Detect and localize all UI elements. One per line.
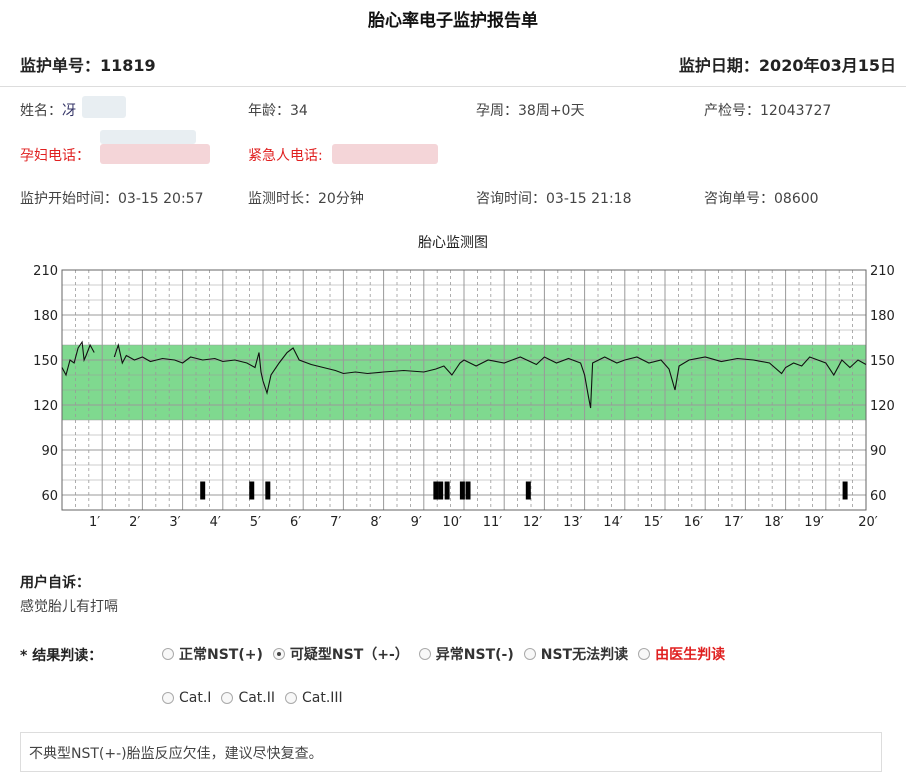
y-tick-label-right: 210 xyxy=(870,264,895,279)
redaction-mask xyxy=(100,144,210,164)
redaction-mask xyxy=(100,130,196,144)
fetal-heart-rate-chart: 60 60 90 90 120 120 150 150 180 180 210 210 1′ 2′ 3′ 4′… xyxy=(33,264,895,530)
x-tick-label: 15′ xyxy=(644,515,664,530)
option-nst-undeterminable[interactable]: NST无法判读 xyxy=(523,644,628,664)
y-tick-label-left: 210 xyxy=(33,264,58,279)
monitor-duration: 监测时长：20分钟 xyxy=(248,191,364,207)
option-abnormal-nst[interactable]: 异常NST(-) xyxy=(418,644,514,664)
y-tick-label-right: 90 xyxy=(870,444,887,459)
radio-icon[interactable] xyxy=(221,692,234,704)
movement-mark xyxy=(249,481,255,500)
radio-icon[interactable] xyxy=(638,648,651,660)
x-tick-label: 17′ xyxy=(724,515,744,530)
y-tick-label-left: 180 xyxy=(33,309,58,324)
y-tick-label-right: 150 xyxy=(870,354,895,369)
movement-mark xyxy=(438,481,444,500)
movement-mark xyxy=(842,481,848,500)
y-tick-label-left: 120 xyxy=(33,399,58,414)
movement-mark xyxy=(200,481,206,500)
header-divider xyxy=(0,86,906,87)
x-tick-label: 7′ xyxy=(330,515,341,530)
result-note[interactable]: 不典型NST(+-)胎监反应欠佳，建议尽快复查。 xyxy=(20,732,882,772)
redaction-mask xyxy=(82,96,126,118)
patient-age: 年龄：34 xyxy=(248,103,308,119)
order-number: 监护单号：11819 xyxy=(20,56,156,75)
x-tick-label: 9′ xyxy=(411,515,422,530)
radio-icon[interactable] xyxy=(418,648,431,660)
x-tick-label: 11′ xyxy=(483,515,503,530)
movement-mark xyxy=(525,481,531,500)
radio-icon[interactable] xyxy=(162,692,174,704)
monitor-start-time: 监护开始时间：03-15 20:57 xyxy=(20,191,204,207)
result-label: * 结果判读： xyxy=(20,648,103,664)
radio-icon[interactable] xyxy=(523,648,536,660)
x-tick-label: 6′ xyxy=(290,515,301,530)
x-tick-label: 4′ xyxy=(210,515,221,530)
consult-number: 咨询单号：08600 xyxy=(704,191,819,207)
result-options: 正常NST(+) 可疑型NST（+-） 异常NST(-) NST无法判读 由医生… xyxy=(162,644,735,664)
complaint-text: 感觉胎儿有打嗝 xyxy=(20,599,118,615)
consult-time: 咨询时间：03-15 21:18 xyxy=(476,191,632,207)
x-tick-label: 13′ xyxy=(563,515,583,530)
radio-selected-icon[interactable] xyxy=(272,648,285,660)
option-suspect-nst[interactable]: 可疑型NST（+-） xyxy=(272,644,409,664)
y-tick-label-left: 150 xyxy=(33,354,58,369)
x-tick-label: 3′ xyxy=(169,515,180,530)
redaction-mask xyxy=(332,144,438,164)
y-tick-label-left: 90 xyxy=(41,444,58,459)
x-tick-label: 19′ xyxy=(804,515,824,530)
y-tick-label-right: 180 xyxy=(870,309,895,324)
option-cat-3[interactable]: Cat.III xyxy=(285,690,343,706)
option-cat-1[interactable]: Cat.I xyxy=(162,690,211,706)
gestation-week: 孕周：38周+0天 xyxy=(476,103,585,119)
x-tick-label: 20′ xyxy=(858,515,878,530)
movement-mark xyxy=(444,481,450,500)
x-tick-label: 12′ xyxy=(523,515,543,530)
x-tick-label: 14′ xyxy=(603,515,623,530)
x-tick-label: 16′ xyxy=(684,515,704,530)
x-tick-label: 10′ xyxy=(443,515,463,530)
name-label: 姓名： xyxy=(20,103,62,119)
movement-marks-layer xyxy=(200,481,848,500)
movement-mark xyxy=(465,481,471,500)
movement-mark xyxy=(433,481,439,500)
x-tick-label: 5′ xyxy=(250,515,261,530)
y-tick-label-right: 60 xyxy=(870,489,887,504)
name-value: 冴 xyxy=(62,103,76,119)
category-options: Cat.I Cat.II Cat.III xyxy=(162,690,353,706)
x-tick-label: 1′ xyxy=(89,515,100,530)
page-title: 胎心率电子监护报告单 xyxy=(368,11,538,31)
grid-layer xyxy=(61,269,867,511)
emergency-phone-label: 紧急人电话: xyxy=(248,148,323,164)
y-tick-label-left: 60 xyxy=(41,489,58,504)
x-tick-label: 18′ xyxy=(764,515,784,530)
chart-title: 胎心监测图 xyxy=(418,235,488,251)
complaint-label: 用户自诉： xyxy=(20,575,90,591)
option-normal-nst[interactable]: 正常NST(+) xyxy=(162,644,263,664)
movement-mark xyxy=(265,481,271,500)
radio-icon[interactable] xyxy=(162,648,174,660)
patient-name: 姓名：冴 xyxy=(20,100,76,120)
x-tick-label: 8′ xyxy=(370,515,381,530)
radio-icon[interactable] xyxy=(285,692,297,704)
x-tick-label: 2′ xyxy=(129,515,140,530)
y-tick-label-right: 120 xyxy=(870,399,895,414)
checkup-number: 产检号：12043727 xyxy=(704,103,832,119)
phone-label: 孕妇电话： xyxy=(20,148,90,164)
option-doctor-judge[interactable]: 由医生判读 xyxy=(638,644,725,664)
option-cat-2[interactable]: Cat.II xyxy=(221,690,275,706)
monitor-date: 监护日期：2020年03月15日 xyxy=(678,56,896,75)
movement-mark xyxy=(459,481,465,500)
